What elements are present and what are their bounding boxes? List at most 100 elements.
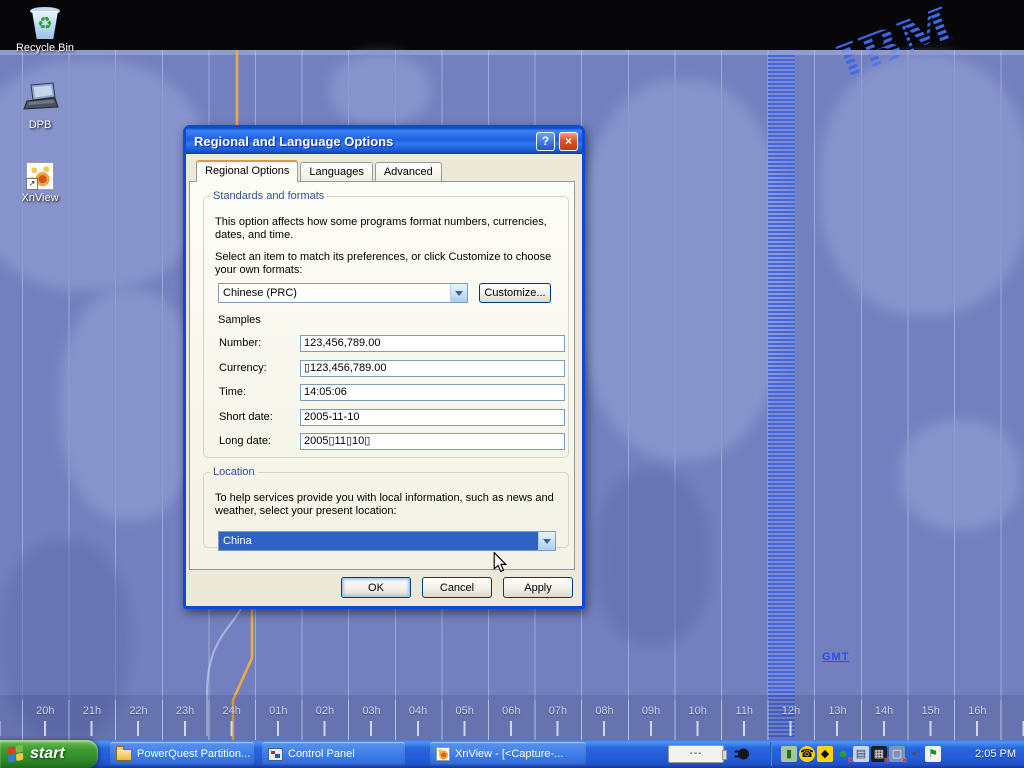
taskbar-clock[interactable]: 2:05 PM	[975, 740, 1016, 768]
location-select[interactable]: China	[218, 531, 556, 551]
laptop-icon	[20, 82, 60, 114]
timezone-hour-label: 12h	[768, 705, 814, 717]
timezone-hour-label: 05h	[442, 705, 488, 717]
timezone-hour-label: 02h	[302, 705, 348, 717]
long-date-sample-field[interactable]: 2005▯11▯10▯	[300, 433, 565, 450]
no-signal-tray-icon[interactable]: ▦×	[871, 746, 887, 762]
timezone-hour-label: 06h	[488, 705, 534, 717]
customize-button[interactable]: Customize...	[479, 283, 551, 303]
timezone-hour-label: 14h	[861, 705, 907, 717]
standards-instruction: Select an item to match its preferences,…	[215, 251, 560, 277]
sample-row-number: Number: 123,456,789.00	[219, 335, 568, 352]
desktop-icon-recycle-bin[interactable]: ♻ Recycle Bin	[7, 6, 83, 54]
dialog-title: Regional and Language Options	[186, 134, 536, 149]
wallpaper-top-band: IBM	[0, 0, 1024, 50]
mouse-cursor	[491, 552, 509, 579]
timezone-hour-label: 23h	[162, 705, 208, 717]
sample-label: Time:	[219, 386, 246, 398]
timezone-hour-labels: 20h21h22h23h24h01h02h03h04h05h06h07h08h0…	[0, 705, 1024, 718]
timezone-hour-label: 16h	[954, 705, 1000, 717]
sample-label: Number:	[219, 337, 261, 349]
task-label: PowerQuest Partition...	[137, 748, 250, 760]
regional-language-options-window: Regional and Language Options ? × Region…	[183, 125, 585, 609]
sample-row-long-date: Long date: 2005▯11▯10▯	[219, 433, 568, 450]
phone-tray-icon[interactable]: ☎	[799, 746, 815, 762]
help-button[interactable]: ?	[536, 132, 555, 151]
monitor-tray-icon[interactable]: ▤	[853, 746, 869, 762]
currency-sample-field[interactable]: ▯123,456,789.00	[300, 360, 565, 377]
tab-advanced[interactable]: Advanced	[375, 162, 442, 181]
diamond-tray-icon[interactable]: ◆	[817, 746, 833, 762]
taskbar: start PowerQuest Partition... Control Pa…	[0, 740, 1024, 768]
tab-languages[interactable]: Languages	[300, 162, 372, 181]
gmt-label: GMT	[822, 651, 849, 663]
start-button-label: start	[30, 745, 65, 763]
timezone-hour-label: 15h	[908, 705, 954, 717]
timezone-tick-marks	[0, 721, 1024, 736]
ok-button[interactable]: OK	[341, 577, 411, 598]
sample-label: Long date:	[219, 435, 271, 447]
timezone-hour-label: 08h	[582, 705, 628, 717]
start-button[interactable]: start	[0, 740, 98, 768]
battery-tray-icon[interactable]: ▮	[781, 746, 797, 762]
apply-button[interactable]: Apply	[503, 577, 573, 598]
recycle-bin-icon: ♻	[28, 6, 62, 40]
location-select-value: China	[219, 532, 538, 550]
volume-tray-icon[interactable]: ◄)	[907, 746, 923, 762]
time-sample-field[interactable]: 14:05:06	[300, 384, 565, 401]
power-plug-icon[interactable]	[734, 746, 750, 767]
taskbar-task-xnview[interactable]: XnView - [<Capture-...	[430, 742, 586, 766]
sample-row-short-date: Short date: 2005-11-10	[219, 409, 568, 426]
desktop-icon-label: DPB	[2, 119, 78, 131]
chevron-down-icon[interactable]	[538, 532, 555, 550]
timezone-hour-label: 20h	[22, 705, 68, 717]
timezone-hour-label: 22h	[116, 705, 162, 717]
xnview-task-icon	[436, 747, 450, 761]
network-offline-tray-icon[interactable]: ▢×	[889, 746, 905, 762]
tab-strip: Regional Options Languages Advanced	[196, 162, 442, 181]
dialog-body: Regional Options Languages Advanced Stan…	[186, 154, 582, 606]
tray-icons: ▮☎◆☻×▤▦×▢×◄)⚑	[781, 746, 941, 762]
format-select[interactable]: Chinese (PRC)	[218, 283, 468, 303]
security-flag-tray-icon[interactable]: ⚑	[925, 746, 941, 762]
desktop-icon-dpb[interactable]: DPB	[2, 82, 78, 131]
xnview-icon: ↗	[26, 162, 54, 190]
close-button[interactable]: ×	[559, 132, 578, 151]
timezone-hour-label: 03h	[349, 705, 395, 717]
task-label: Control Panel	[288, 748, 355, 760]
desktop-icon-label: XnView	[2, 192, 78, 204]
standards-description: This option affects how some programs fo…	[215, 216, 560, 242]
sample-label: Short date:	[219, 411, 273, 423]
shortcut-arrow-icon: ↗	[26, 178, 38, 190]
desktop-icon-label: Recycle Bin	[7, 42, 83, 54]
users-offline-tray-icon[interactable]: ☻×	[835, 746, 851, 762]
windows-flag-icon	[8, 745, 25, 764]
timezone-hour-label: 04h	[395, 705, 441, 717]
standards-group-legend: Standards and formats	[210, 190, 327, 202]
standards-and-formats-group: Standards and formats This option affect…	[203, 190, 569, 458]
timezone-hour-label: 10h	[675, 705, 721, 717]
number-sample-field[interactable]: 123,456,789.00	[300, 335, 565, 352]
timezone-hour-label: 11h	[721, 705, 767, 717]
cancel-button[interactable]: Cancel	[422, 577, 492, 598]
timezone-hour-label: 13h	[815, 705, 861, 717]
tray-divider	[770, 742, 772, 766]
taskbar-task-powerquest[interactable]: PowerQuest Partition...	[110, 742, 254, 766]
timezone-hour-label: 09h	[628, 705, 674, 717]
chevron-down-icon[interactable]	[450, 284, 467, 302]
task-label: XnView - [<Capture-...	[455, 748, 563, 760]
dialog-titlebar[interactable]: Regional and Language Options ? ×	[186, 128, 582, 154]
taskbar-task-control-panel[interactable]: Control Panel	[262, 742, 405, 766]
control-panel-icon	[268, 748, 283, 761]
timezone-hour-label: 24h	[209, 705, 255, 717]
timezone-hour-label: 07h	[535, 705, 581, 717]
sample-row-currency: Currency: ▯123,456,789.00	[219, 360, 568, 377]
regional-options-panel: Standards and formats This option affect…	[189, 181, 575, 570]
location-group: Location To help services provide you wi…	[203, 466, 569, 548]
timezone-hour-label: 01h	[255, 705, 301, 717]
desktop-icon-xnview[interactable]: ↗ XnView	[2, 162, 78, 204]
battery-meter-widget[interactable]: ---	[668, 745, 724, 763]
short-date-sample-field[interactable]: 2005-11-10	[300, 409, 565, 426]
sample-label: Currency:	[219, 362, 267, 374]
tab-regional-options[interactable]: Regional Options	[196, 160, 298, 182]
